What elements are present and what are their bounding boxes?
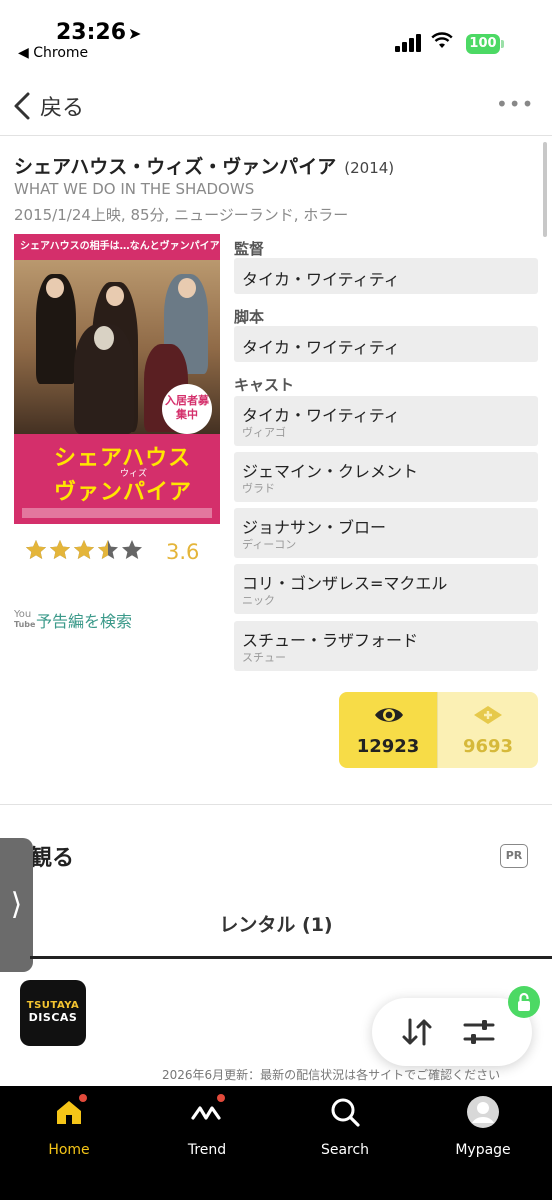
- cast-name: スチュー・ラザフォード: [242, 631, 419, 650]
- cellular-signal-icon: [395, 34, 425, 52]
- cast-role: スチュー: [242, 651, 286, 664]
- action-counters: 12923 9693: [339, 692, 538, 768]
- cast-name: ジェマイン・クレメント: [242, 462, 419, 481]
- tab-search-label: Search: [320, 1142, 370, 1158]
- movie-year: (2014): [344, 159, 395, 177]
- notification-dot: [79, 1094, 87, 1102]
- tab-home-label: Home: [48, 1142, 90, 1158]
- cast-role: ヴィアゴ: [242, 426, 286, 439]
- service-name-line2: DISCAS: [28, 1011, 78, 1024]
- youtube-icon: You Tube: [14, 609, 36, 630]
- tab-home[interactable]: Home: [19, 1094, 119, 1166]
- trailer-search-link[interactable]: You Tube 予告編を検索: [14, 608, 132, 632]
- rating-value: 3.6: [166, 540, 200, 564]
- poster-credits-block: [22, 508, 212, 518]
- poster-tagline: シェアハウスの相手は…なんとヴァンパイア!?: [20, 241, 220, 252]
- clip-add-icon: [474, 706, 502, 724]
- mark-watched-button[interactable]: 12923: [339, 692, 437, 768]
- tsutaya-discas-logo[interactable]: TSUTAYA DISCAS: [20, 980, 86, 1046]
- tab-mypage-label: Mypage: [455, 1142, 511, 1158]
- tab-trend[interactable]: Trend: [157, 1094, 257, 1166]
- watch-section-title: 観る: [30, 846, 75, 871]
- star-icon: [98, 540, 118, 559]
- tab-underline: [30, 956, 552, 959]
- cast-name: コリ・ゴンザレス=マクエル: [242, 574, 448, 593]
- tab-rental[interactable]: レンタル (1): [0, 910, 552, 937]
- pr-badge: PR: [500, 844, 528, 868]
- filter-sliders-icon[interactable]: [462, 1016, 496, 1048]
- poster-title-line2: ヴァンパイア: [54, 480, 193, 505]
- movie-poster[interactable]: シェアハウスの相手は…なんとヴァンパイア!? 入居者募集中 シェアハウス ウィズ…: [14, 234, 220, 524]
- back-button[interactable]: 戻る: [12, 90, 84, 122]
- status-bar: 23:26 ➤ ◀ Chrome 100: [0, 0, 552, 70]
- poster-face: [46, 278, 64, 298]
- notification-dot: [217, 1094, 225, 1102]
- credit-name: タイカ・ワイティティ: [242, 338, 400, 357]
- cast-item[interactable]: ジョナサン・ブロー ディーコン: [234, 508, 538, 558]
- tab-search[interactable]: Search: [295, 1096, 395, 1166]
- section-divider: [0, 804, 552, 805]
- cast-item[interactable]: スチュー・ラザフォード スチュー: [234, 621, 538, 671]
- poster-badge: 入居者募集中: [162, 384, 212, 434]
- rating-stars: [24, 538, 144, 566]
- poster-face: [178, 278, 196, 298]
- status-time: 23:26: [56, 20, 127, 45]
- star-icon: [26, 540, 46, 559]
- director-label: 監督: [234, 240, 265, 258]
- rating: 3.6: [24, 538, 199, 566]
- location-arrow-icon: ➤: [128, 24, 142, 43]
- eye-icon: [375, 708, 403, 722]
- trailer-label: 予告編を検索: [36, 612, 133, 631]
- star-icon: [74, 540, 94, 559]
- update-note: 2026年6月更新：最新の配信状況は各サイトでご確認ください: [162, 1068, 501, 1082]
- cast-item[interactable]: タイカ・ワイティティ ヴィアゴ: [234, 396, 538, 446]
- clip-button[interactable]: 9693: [437, 692, 538, 768]
- credit-name: タイカ・ワイティティ: [242, 270, 400, 289]
- poster-face: [106, 286, 124, 306]
- cast-name: タイカ・ワイティティ: [242, 406, 400, 425]
- writer-label: 脚本: [234, 308, 265, 326]
- back-to-app-link[interactable]: ◀ Chrome: [18, 45, 88, 61]
- movie-title: シェアハウス・ウィズ・ヴァンパイア: [14, 156, 337, 178]
- avatar-icon: [467, 1096, 499, 1128]
- more-options-icon[interactable]: •••: [496, 92, 534, 116]
- back-label: 戻る: [40, 96, 85, 121]
- search-icon: [331, 1098, 360, 1127]
- cast-role: ディーコン: [242, 538, 297, 551]
- sort-icon[interactable]: [400, 1016, 434, 1048]
- tab-trend-label: Trend: [187, 1142, 227, 1158]
- bottom-tab-bar: Home Trend Search Mypage: [0, 1086, 552, 1200]
- watched-count: 12923: [356, 736, 420, 757]
- original-title: WHAT WE DO IN THE SHADOWS: [14, 180, 255, 198]
- battery-tip: [501, 40, 504, 48]
- wifi-icon: [431, 31, 453, 55]
- cast-item[interactable]: コリ・ゴンザレス=マクエル ニック: [234, 564, 538, 614]
- battery-icon: 100: [466, 34, 500, 54]
- cast-name: ジョナサン・ブロー: [242, 518, 387, 537]
- cast-item[interactable]: ジェマイン・クレメント ヴラド: [234, 452, 538, 502]
- title-row: シェアハウス・ウィズ・ヴァンパイア (2014): [14, 152, 394, 179]
- cast-role: ヴラド: [242, 482, 275, 495]
- poster-face: [94, 326, 114, 350]
- director-item[interactable]: タイカ・ワイティティ: [234, 258, 538, 294]
- side-drawer-handle[interactable]: ⟩: [0, 838, 33, 972]
- lock-icon[interactable]: [508, 986, 540, 1018]
- scrollbar[interactable]: [543, 142, 547, 237]
- tab-mypage[interactable]: Mypage: [433, 1096, 533, 1166]
- nav-bar: 戻る •••: [0, 78, 552, 136]
- chevron-left-icon: [14, 92, 30, 120]
- star-icon: [122, 540, 142, 559]
- writer-item[interactable]: タイカ・ワイティティ: [234, 326, 538, 362]
- star-icon: [50, 540, 70, 559]
- cast-label: キャスト: [234, 376, 295, 394]
- movie-meta: 2015/1/24上映, 85分, ニュージーランド, ホラー: [14, 206, 349, 224]
- clip-count: 9693: [462, 736, 514, 757]
- cast-role: ニック: [242, 594, 275, 607]
